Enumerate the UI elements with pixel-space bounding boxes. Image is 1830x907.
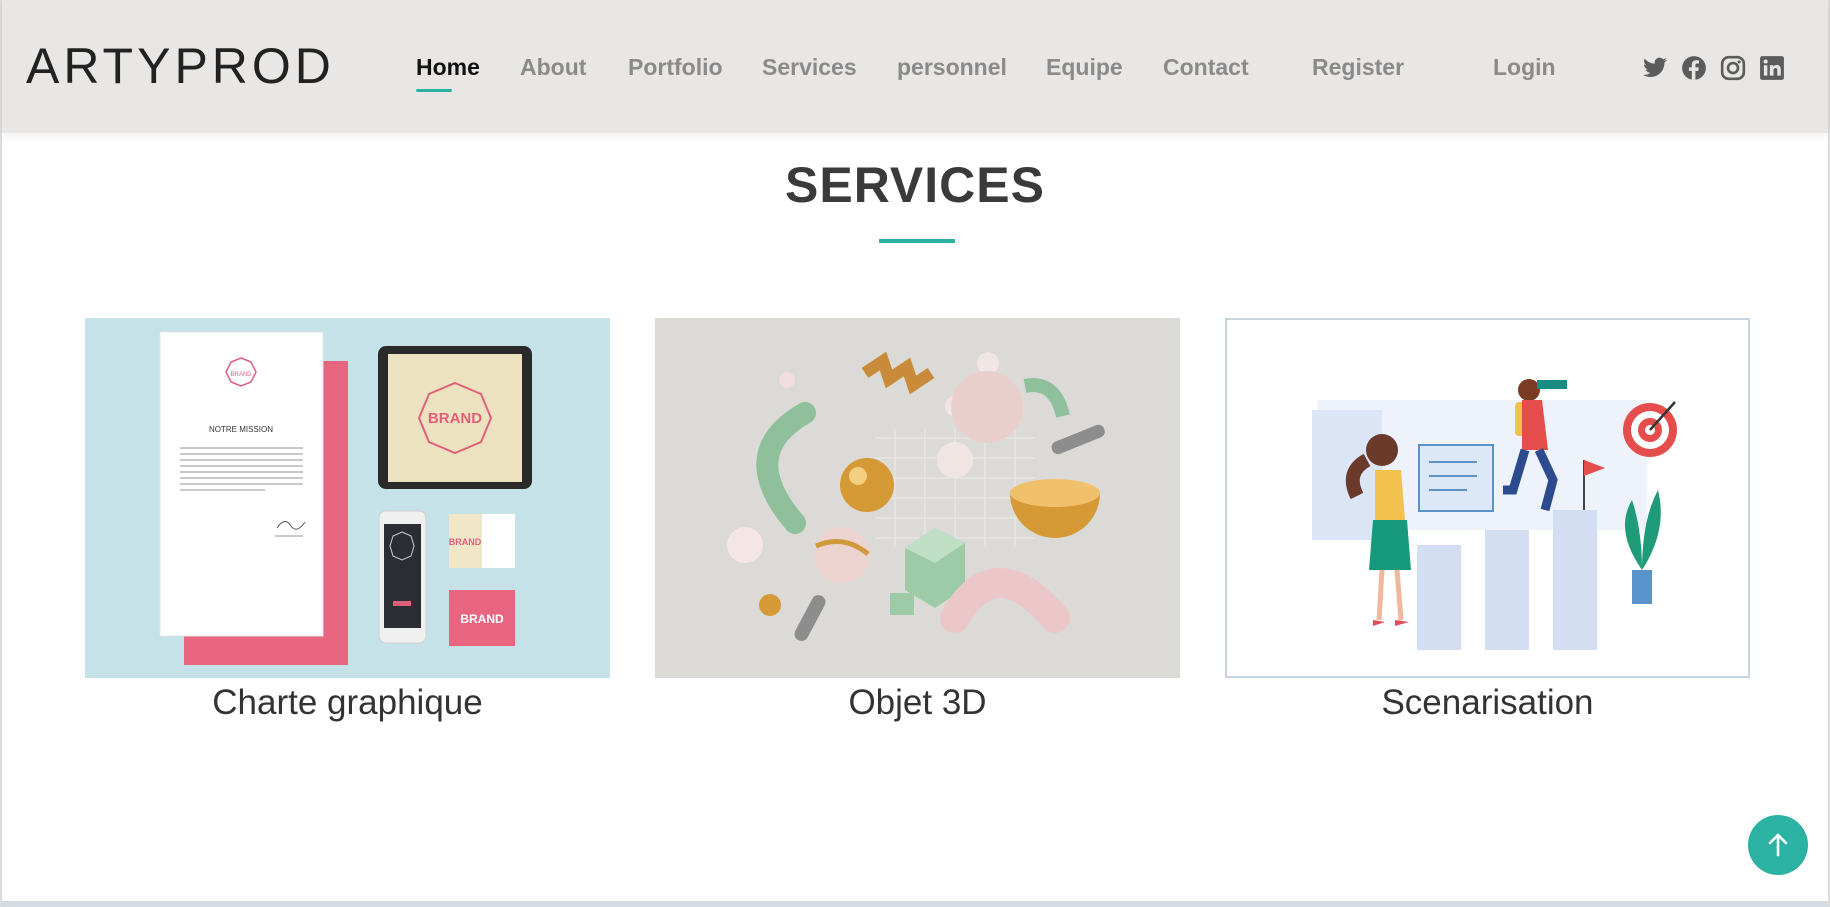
main-nav: Home About Portfolio Services personnel … bbox=[2, 52, 1828, 92]
linkedin-icon[interactable] bbox=[1759, 55, 1785, 81]
nav-services[interactable]: Services bbox=[762, 52, 857, 82]
back-to-top-button[interactable] bbox=[1748, 815, 1808, 875]
brand-identity-mockup-image: BRAND NOTRE MISSION BRAND BRAND BRAND bbox=[85, 318, 610, 678]
nav-portfolio[interactable]: Portfolio bbox=[628, 52, 723, 82]
nav-home[interactable]: Home bbox=[416, 52, 480, 82]
facebook-icon[interactable] bbox=[1681, 55, 1707, 81]
page: ARTYPROD Home About Portfolio Services p… bbox=[0, 0, 1830, 907]
svg-text:NOTRE MISSION: NOTRE MISSION bbox=[209, 425, 273, 434]
nav-equipe[interactable]: Equipe bbox=[1046, 52, 1123, 82]
arrow-up-icon bbox=[1768, 833, 1788, 857]
nav-personnel[interactable]: personnel bbox=[897, 52, 1007, 82]
nav-register[interactable]: Register bbox=[1312, 52, 1404, 82]
title-underline bbox=[879, 239, 955, 243]
service-card-charte-graphique[interactable]: BRAND NOTRE MISSION BRAND BRAND BRAND Ch… bbox=[85, 318, 610, 726]
service-card-label: Scenarisation bbox=[1381, 683, 1594, 722]
section-title: SERVICES bbox=[785, 157, 1045, 213]
nav-contact[interactable]: Contact bbox=[1163, 52, 1249, 82]
service-card-label: Objet 3D bbox=[848, 683, 987, 722]
svg-text:BRAND: BRAND bbox=[428, 410, 482, 427]
planning-illustration-image bbox=[1225, 318, 1750, 678]
twitter-icon[interactable] bbox=[1642, 55, 1668, 81]
svg-text:BRAND: BRAND bbox=[230, 372, 252, 378]
3d-objects-image bbox=[655, 318, 1180, 678]
service-card-label: Charte graphique bbox=[212, 683, 483, 722]
instagram-icon[interactable] bbox=[1720, 55, 1746, 81]
active-nav-indicator bbox=[416, 89, 452, 92]
nav-login[interactable]: Login bbox=[1493, 52, 1556, 82]
nav-about[interactable]: About bbox=[520, 52, 586, 82]
svg-text:BRAND: BRAND bbox=[449, 537, 482, 547]
site-header: ARTYPROD Home About Portfolio Services p… bbox=[2, 0, 1828, 133]
service-card-scenarisation[interactable]: Scenarisation bbox=[1225, 318, 1750, 726]
service-card-objet-3d[interactable]: Objet 3D bbox=[655, 318, 1180, 726]
svg-text:BRAND: BRAND bbox=[460, 612, 504, 626]
